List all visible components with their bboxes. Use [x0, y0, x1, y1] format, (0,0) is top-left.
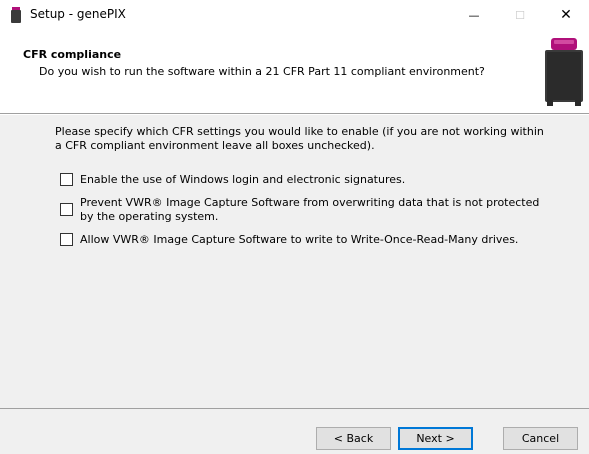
instructions-text: Please specify which CFR settings you wo… — [55, 125, 544, 152]
maximize-button: ☐ — [497, 0, 543, 30]
windows-login-label[interactable]: Enable the use of Windows login and elec… — [80, 173, 540, 187]
setup-app-icon — [11, 7, 21, 23]
title-bar: Setup - genePIX — ☐ ✕ — [0, 0, 589, 30]
page-description: Do you wish to run the software within a… — [39, 65, 485, 78]
worm-drives-checkbox[interactable] — [60, 233, 73, 246]
close-icon: ✕ — [560, 7, 572, 23]
option-prevent-overwrite[interactable]: Prevent VWR® Image Capture Software from… — [60, 196, 540, 224]
back-button[interactable]: < Back — [316, 427, 391, 450]
wizard-header: CFR compliance Do you wish to run the so… — [0, 30, 589, 113]
worm-drives-label[interactable]: Allow VWR® Image Capture Software to wri… — [80, 233, 560, 247]
next-button[interactable]: Next > — [398, 427, 473, 450]
cancel-button[interactable]: Cancel — [503, 427, 578, 450]
page-title: CFR compliance — [23, 48, 122, 61]
wizard-footer — [0, 408, 589, 454]
windows-login-checkbox[interactable] — [60, 173, 73, 186]
prevent-overwrite-checkbox[interactable] — [60, 203, 73, 216]
close-button[interactable]: ✕ — [543, 0, 589, 30]
maximize-icon: ☐ — [515, 8, 525, 22]
option-worm-drives[interactable]: Allow VWR® Image Capture Software to wri… — [60, 233, 560, 247]
option-windows-login[interactable]: Enable the use of Windows login and elec… — [60, 173, 540, 187]
wizard-content: Please specify which CFR settings you wo… — [0, 115, 589, 408]
window-title: Setup - genePIX — [30, 7, 126, 21]
prevent-overwrite-label[interactable]: Prevent VWR® Image Capture Software from… — [80, 196, 540, 224]
minimize-button[interactable]: — — [451, 0, 497, 30]
minimize-icon: — — [468, 8, 480, 22]
device-icon — [545, 38, 583, 106]
footer-separator — [0, 408, 589, 409]
